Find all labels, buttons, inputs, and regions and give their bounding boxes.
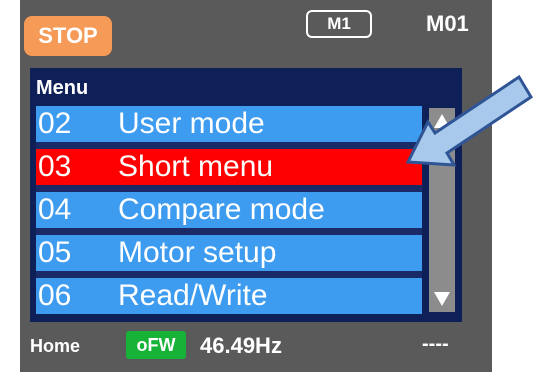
menu-item-label: Read/Write — [118, 279, 268, 312]
menu-item-motor-setup[interactable]: 05 Motor setup — [36, 235, 422, 271]
ofw-status-badge: oFW — [126, 331, 186, 359]
menu-list: 02 User mode 03 Short menu 04 Compare mo… — [36, 106, 422, 314]
menu-title: Menu — [36, 77, 89, 99]
menu-item-number: 04 — [38, 193, 72, 226]
arrow-pointer-icon — [405, 74, 534, 167]
menu-item-number: 02 — [38, 107, 72, 140]
menu-panel: Menu 02 User mode 03 Short menu 04 Compa… — [30, 68, 462, 322]
menu-item-label: Compare mode — [118, 193, 325, 226]
menu-item-number: 06 — [38, 279, 72, 312]
menu-item-number: 05 — [38, 236, 72, 269]
secondary-readout: ---- — [422, 333, 449, 355]
menu-item-read-write[interactable]: 06 Read/Write — [36, 278, 422, 314]
menu-item-number: 03 — [38, 150, 72, 183]
menu-item-label: Motor setup — [118, 236, 277, 269]
menu-item-label: User mode — [118, 107, 265, 140]
menu-item-user-mode[interactable]: 02 User mode — [36, 106, 422, 142]
menu-code-label: M01 — [426, 11, 469, 36]
triangle-down-icon[interactable] — [429, 286, 455, 312]
frequency-readout: 46.49Hz — [200, 333, 282, 358]
menu-item-label: Short menu — [118, 150, 274, 183]
menu-item-short-menu[interactable]: 03 Short menu — [36, 149, 422, 185]
motor-select-indicator: M1 — [306, 10, 372, 38]
stop-status-badge: STOP — [24, 16, 112, 56]
home-label: Home — [30, 336, 81, 356]
menu-item-compare-mode[interactable]: 04 Compare mode — [36, 192, 422, 228]
